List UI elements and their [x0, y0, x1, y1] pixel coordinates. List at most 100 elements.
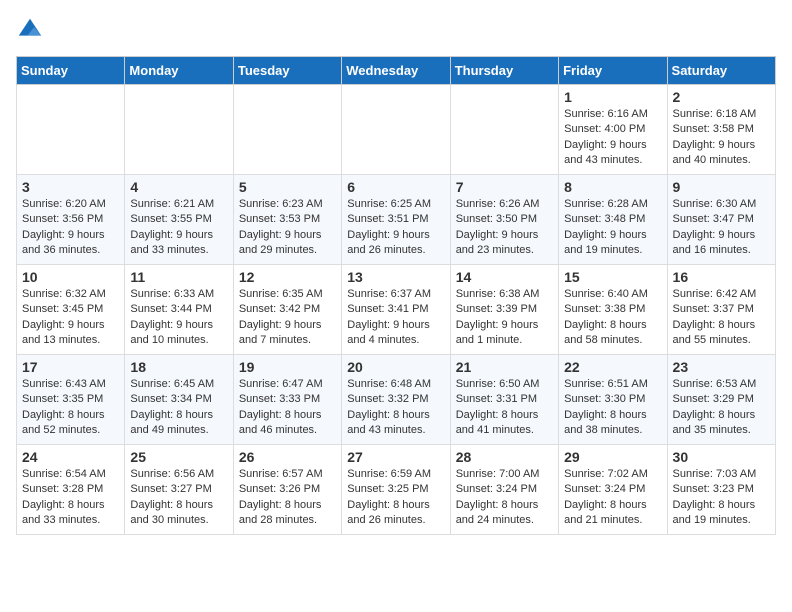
- page-header: [16, 16, 776, 44]
- day-info: Sunrise: 6:38 AM Sunset: 3:39 PM Dayligh…: [456, 287, 553, 349]
- day-number: 15: [564, 269, 661, 285]
- day-number: 14: [456, 269, 553, 285]
- day-info: Sunrise: 6:28 AM Sunset: 3:48 PM Dayligh…: [564, 197, 661, 259]
- day-number: 1: [564, 89, 661, 105]
- day-info: Sunrise: 6:20 AM Sunset: 3:56 PM Dayligh…: [22, 197, 119, 259]
- day-number: 4: [130, 179, 227, 195]
- day-cell: 10Sunrise: 6:32 AM Sunset: 3:45 PM Dayli…: [17, 265, 125, 355]
- col-header-saturday: Saturday: [667, 57, 775, 85]
- day-cell: 17 Sunrise: 6:43 AM Sunset: 3:35 PM Dayli…: [17, 355, 125, 445]
- day-cell: 26 Sunrise: 6:57 AM Sunset: 3:26 PM Dayli…: [233, 445, 341, 535]
- day-cell: 27 Sunrise: 6:59 AM Sunset: 3:25 PM Dayli…: [342, 445, 450, 535]
- day-info: Sunrise: 6:23 AM Sunset: 3:53 PM Dayligh…: [239, 197, 336, 259]
- day-info: Sunrise: 7:03 AM Sunset: 3:23 PM Dayligh…: [673, 467, 770, 529]
- day-cell: 29 Sunrise: 7:02 AM Sunset: 3:24 PM Dayli…: [559, 445, 667, 535]
- day-cell: 30 Sunrise: 7:03 AM Sunset: 3:23 PM Dayli…: [667, 445, 775, 535]
- day-cell: 25 Sunrise: 6:56 AM Sunset: 3:27 PM Dayli…: [125, 445, 233, 535]
- day-info: Sunrise: 6:56 AM Sunset: 3:27 PM Dayligh…: [130, 467, 227, 529]
- day-info: Sunrise: 7:02 AM Sunset: 3:24 PM Dayligh…: [564, 467, 661, 529]
- day-number: 25: [130, 449, 227, 465]
- day-number: 20: [347, 359, 444, 375]
- week-row-3: 10Sunrise: 6:32 AM Sunset: 3:45 PM Dayli…: [17, 265, 776, 355]
- day-info: Sunrise: 6:16 AM Sunset: 4:00 PM Dayligh…: [564, 107, 661, 169]
- day-cell: 23Sunrise: 6:53 AM Sunset: 3:29 PM Dayli…: [667, 355, 775, 445]
- day-number: 30: [673, 449, 770, 465]
- day-number: 8: [564, 179, 661, 195]
- col-header-wednesday: Wednesday: [342, 57, 450, 85]
- day-cell: 9 Sunrise: 6:30 AM Sunset: 3:47 PM Daylig…: [667, 175, 775, 265]
- day-number: 10: [22, 269, 119, 285]
- day-info: Sunrise: 6:51 AM Sunset: 3:30 PM Dayligh…: [564, 377, 661, 439]
- day-cell: 28Sunrise: 7:00 AM Sunset: 3:24 PM Dayli…: [450, 445, 558, 535]
- day-info: Sunrise: 6:33 AM Sunset: 3:44 PM Dayligh…: [130, 287, 227, 349]
- day-number: 9: [673, 179, 770, 195]
- day-info: Sunrise: 6:45 AM Sunset: 3:34 PM Dayligh…: [130, 377, 227, 439]
- day-cell: [233, 85, 341, 175]
- day-cell: 24 Sunrise: 6:54 AM Sunset: 3:28 PM Dayli…: [17, 445, 125, 535]
- day-number: 19: [239, 359, 336, 375]
- day-info: Sunrise: 6:54 AM Sunset: 3:28 PM Dayligh…: [22, 467, 119, 529]
- day-info: Sunrise: 6:25 AM Sunset: 3:51 PM Dayligh…: [347, 197, 444, 259]
- week-row-5: 24 Sunrise: 6:54 AM Sunset: 3:28 PM Dayli…: [17, 445, 776, 535]
- day-info: Sunrise: 6:57 AM Sunset: 3:26 PM Dayligh…: [239, 467, 336, 529]
- day-cell: [342, 85, 450, 175]
- day-cell: 21 Sunrise: 6:50 AM Sunset: 3:31 PM Dayli…: [450, 355, 558, 445]
- day-cell: 16Sunrise: 6:42 AM Sunset: 3:37 PM Dayli…: [667, 265, 775, 355]
- day-info: Sunrise: 6:40 AM Sunset: 3:38 PM Dayligh…: [564, 287, 661, 349]
- day-info: Sunrise: 6:53 AM Sunset: 3:29 PM Dayligh…: [673, 377, 770, 439]
- day-cell: 13 Sunrise: 6:37 AM Sunset: 3:41 PM Dayli…: [342, 265, 450, 355]
- day-number: 17: [22, 359, 119, 375]
- col-header-monday: Monday: [125, 57, 233, 85]
- day-cell: 5 Sunrise: 6:23 AM Sunset: 3:53 PM Daylig…: [233, 175, 341, 265]
- day-cell: 3Sunrise: 6:20 AM Sunset: 3:56 PM Daylig…: [17, 175, 125, 265]
- day-number: 27: [347, 449, 444, 465]
- col-header-sunday: Sunday: [17, 57, 125, 85]
- day-number: 13: [347, 269, 444, 285]
- calendar-table: SundayMondayTuesdayWednesdayThursdayFrid…: [16, 56, 776, 535]
- day-info: Sunrise: 6:21 AM Sunset: 3:55 PM Dayligh…: [130, 197, 227, 259]
- day-info: Sunrise: 6:35 AM Sunset: 3:42 PM Dayligh…: [239, 287, 336, 349]
- day-cell: 22Sunrise: 6:51 AM Sunset: 3:30 PM Dayli…: [559, 355, 667, 445]
- day-number: 11: [130, 269, 227, 285]
- day-cell: 2 Sunrise: 6:18 AM Sunset: 3:58 PM Daylig…: [667, 85, 775, 175]
- day-cell: [125, 85, 233, 175]
- day-info: Sunrise: 6:59 AM Sunset: 3:25 PM Dayligh…: [347, 467, 444, 529]
- day-number: 2: [673, 89, 770, 105]
- day-info: Sunrise: 6:30 AM Sunset: 3:47 PM Dayligh…: [673, 197, 770, 259]
- col-header-thursday: Thursday: [450, 57, 558, 85]
- day-number: 21: [456, 359, 553, 375]
- week-row-4: 17 Sunrise: 6:43 AM Sunset: 3:35 PM Dayli…: [17, 355, 776, 445]
- logo: [16, 16, 48, 44]
- day-cell: 19 Sunrise: 6:47 AM Sunset: 3:33 PM Dayli…: [233, 355, 341, 445]
- day-cell: 20 Sunrise: 6:48 AM Sunset: 3:32 PM Dayli…: [342, 355, 450, 445]
- day-info: Sunrise: 6:18 AM Sunset: 3:58 PM Dayligh…: [673, 107, 770, 169]
- calendar-header-row: SundayMondayTuesdayWednesdayThursdayFrid…: [17, 57, 776, 85]
- day-info: Sunrise: 7:00 AM Sunset: 3:24 PM Dayligh…: [456, 467, 553, 529]
- day-number: 6: [347, 179, 444, 195]
- day-cell: 11 Sunrise: 6:33 AM Sunset: 3:44 PM Dayli…: [125, 265, 233, 355]
- day-cell: [450, 85, 558, 175]
- day-info: Sunrise: 6:43 AM Sunset: 3:35 PM Dayligh…: [22, 377, 119, 439]
- day-info: Sunrise: 6:26 AM Sunset: 3:50 PM Dayligh…: [456, 197, 553, 259]
- day-cell: 1 Sunrise: 6:16 AM Sunset: 4:00 PM Daylig…: [559, 85, 667, 175]
- day-cell: 15 Sunrise: 6:40 AM Sunset: 3:38 PM Dayli…: [559, 265, 667, 355]
- day-cell: 7 Sunrise: 6:26 AM Sunset: 3:50 PM Daylig…: [450, 175, 558, 265]
- day-number: 24: [22, 449, 119, 465]
- day-number: 5: [239, 179, 336, 195]
- day-number: 12: [239, 269, 336, 285]
- day-number: 16: [673, 269, 770, 285]
- day-number: 7: [456, 179, 553, 195]
- day-info: Sunrise: 6:47 AM Sunset: 3:33 PM Dayligh…: [239, 377, 336, 439]
- day-cell: 6 Sunrise: 6:25 AM Sunset: 3:51 PM Daylig…: [342, 175, 450, 265]
- day-info: Sunrise: 6:37 AM Sunset: 3:41 PM Dayligh…: [347, 287, 444, 349]
- day-cell: 8 Sunrise: 6:28 AM Sunset: 3:48 PM Daylig…: [559, 175, 667, 265]
- day-number: 29: [564, 449, 661, 465]
- day-number: 18: [130, 359, 227, 375]
- day-info: Sunrise: 6:48 AM Sunset: 3:32 PM Dayligh…: [347, 377, 444, 439]
- logo-icon: [16, 16, 44, 44]
- day-info: Sunrise: 6:50 AM Sunset: 3:31 PM Dayligh…: [456, 377, 553, 439]
- day-cell: 4 Sunrise: 6:21 AM Sunset: 3:55 PM Daylig…: [125, 175, 233, 265]
- day-number: 26: [239, 449, 336, 465]
- col-header-friday: Friday: [559, 57, 667, 85]
- day-cell: 18 Sunrise: 6:45 AM Sunset: 3:34 PM Dayli…: [125, 355, 233, 445]
